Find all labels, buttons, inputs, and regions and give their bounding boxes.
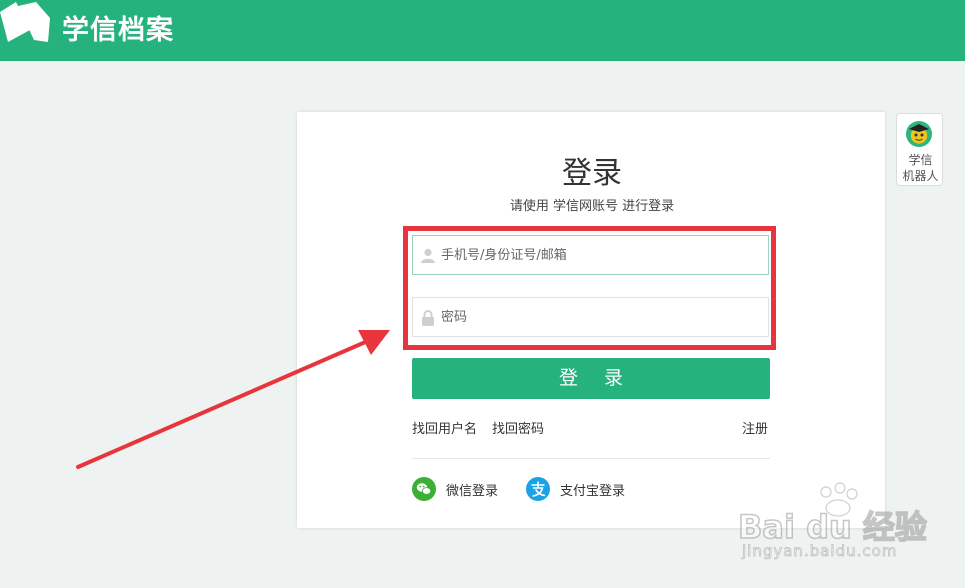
alipay-icon — [526, 477, 550, 501]
logo-icon — [0, 2, 50, 42]
login-title: 登录 — [562, 156, 622, 191]
recover-username-link[interactable]: 找回用户名 — [412, 418, 477, 437]
wechat-icon — [412, 477, 436, 501]
watermark-url: jingyan.baidu.com — [742, 542, 898, 561]
top-header: 学信档案 — [0, 0, 965, 61]
login-card: 登录 请使用 学信网账号 进行登录 登 录 找回用户名 找回密码 注册 微信登录 — [297, 112, 885, 528]
alipay-login-label: 支付宝登录 — [560, 484, 626, 499]
login-button[interactable]: 登 录 — [412, 358, 770, 399]
register-link[interactable]: 注册 — [742, 418, 768, 437]
wechat-login-label: 微信登录 — [446, 484, 499, 499]
alipay-login-button[interactable]: 支付宝登录 — [526, 477, 646, 501]
divider — [412, 458, 770, 459]
login-subtitle: 请使用 学信网账号 进行登录 — [509, 199, 675, 214]
robot-label-line2: 机器人 — [902, 169, 939, 183]
robot-assistant-button[interactable]: 学信 机器人 — [896, 113, 943, 186]
robot-label-line1: 学信 — [908, 153, 933, 167]
recover-password-link[interactable]: 找回密码 — [492, 418, 544, 437]
site-logo-text[interactable]: 学信档案 — [62, 8, 174, 47]
annotation-highlight-box — [403, 226, 776, 350]
robot-avatar-icon — [906, 121, 932, 147]
wechat-login-button[interactable]: 微信登录 — [412, 477, 512, 501]
